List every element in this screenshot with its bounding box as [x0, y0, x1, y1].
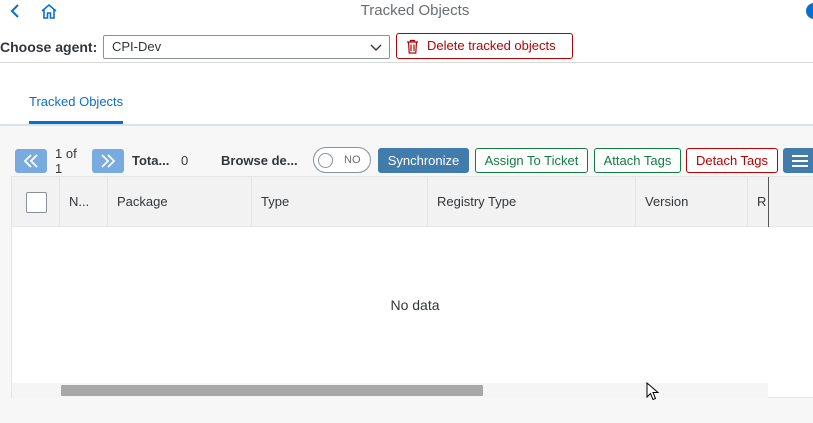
attach-tags-button[interactable]: Attach Tags — [594, 148, 681, 173]
first-page-button[interactable] — [15, 149, 47, 173]
trash-icon — [407, 39, 418, 54]
toggle-label: NO — [344, 154, 361, 166]
select-all-checkbox[interactable] — [26, 192, 47, 213]
delete-button-label: Delete tracked objects — [427, 38, 556, 53]
column-header-registry-type[interactable]: Registry Type — [428, 177, 636, 227]
no-data-text: No data — [390, 297, 440, 313]
page-title: Tracked Objects — [360, 2, 470, 19]
total-value: 0 — [181, 153, 189, 168]
toggle-knob — [318, 153, 333, 168]
column-header-r[interactable]: R — [748, 177, 769, 227]
agent-select[interactable]: CPI-Dev — [103, 35, 390, 59]
tab-bar: Tracked Objects — [0, 63, 813, 126]
table-toolbar: 1 of 1 Tota... 0 Browse de... NO Synchro… — [0, 145, 813, 176]
browse-label: Browse de... — [221, 153, 298, 168]
page-body: Tracked Objects 1 of 1 Tota... 0 Browse … — [0, 63, 813, 423]
select-all-cell — [12, 177, 60, 227]
assign-to-ticket-button[interactable]: Assign To Ticket — [475, 148, 588, 173]
agent-bar: Choose agent: CPI-Dev Delete tracked obj… — [0, 24, 813, 64]
menu-button[interactable] — [783, 148, 813, 173]
scrollbar-thumb[interactable] — [61, 385, 483, 396]
pager-text: 1 of 1 — [55, 146, 77, 176]
delete-tracked-objects-button[interactable]: Delete tracked objects — [396, 33, 573, 59]
detach-tags-button[interactable]: Detach Tags — [686, 148, 778, 173]
mouse-cursor-icon — [646, 382, 660, 401]
column-header-version[interactable]: Version — [636, 177, 748, 227]
synchronize-button[interactable]: Synchronize — [378, 148, 469, 173]
table-header: N... Package Type Registry Type Version … — [12, 177, 813, 227]
menu-icon — [792, 155, 808, 167]
last-page-button[interactable] — [92, 149, 124, 173]
double-chevron-left-icon — [23, 154, 38, 168]
column-header-type[interactable]: Type — [252, 177, 428, 227]
chevron-down-icon — [370, 44, 382, 51]
shell-header: Tracked Objects — [0, 0, 813, 24]
column-header-package[interactable]: Package — [108, 177, 252, 227]
column-header-name[interactable]: N... — [60, 177, 108, 227]
agent-label: Choose agent: — [0, 39, 98, 55]
tab-tracked-objects[interactable]: Tracked Objects — [29, 94, 124, 124]
browse-toggle[interactable]: NO — [313, 147, 371, 173]
tracked-objects-table: N... Package Type Registry Type Version … — [11, 176, 813, 398]
double-chevron-right-icon — [101, 154, 116, 168]
total-label: Tota... — [132, 153, 170, 168]
agent-select-value: CPI-Dev — [112, 39, 162, 54]
